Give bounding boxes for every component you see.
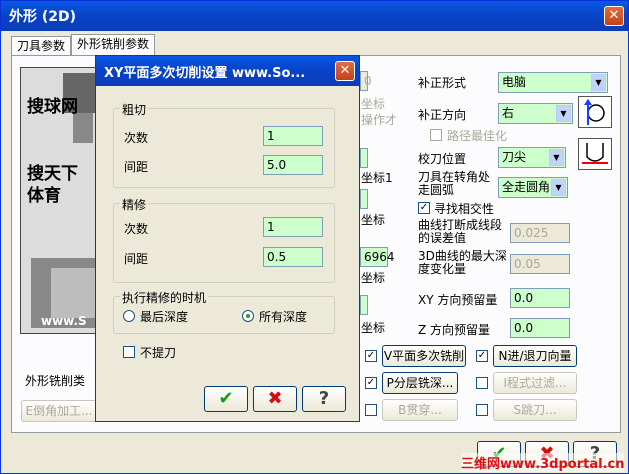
depth-var-label: 3D曲线的最大深度变化量 [418, 249, 507, 276]
depth-cuts-button[interactable]: P分层铣深... [382, 372, 458, 394]
jump-button[interactable]: S跳刀... [493, 399, 577, 421]
break-tol-label: 曲线打断成线段的误差值 [418, 218, 503, 245]
behind-label-4: 坐标 [361, 213, 386, 227]
finish-group [113, 203, 335, 283]
timing-last-radio[interactable] [123, 310, 135, 322]
dialog-title-bar: XY平面多次切削设置 www.So... ✕ [96, 56, 359, 86]
penetrate-button[interactable]: B贯穿... [382, 399, 458, 421]
behind-field-5 [360, 295, 368, 315]
tab-contour-params[interactable]: 外形铣削参数 [71, 34, 156, 55]
preview-caption: 外形铣削类 [25, 374, 86, 388]
tip-pos-value: 刀尖 [502, 150, 527, 164]
timing-all-radio[interactable] [242, 310, 254, 322]
site-watermark: 三维网www.3dportal.cn [461, 453, 625, 472]
comp-dir-value: 右 [502, 106, 515, 120]
title-bar: 外形 (2D) ✕ [1, 1, 628, 31]
find-intersect-checkbox[interactable]: ✓ [418, 202, 430, 214]
corner-value: 全走圆角 [502, 180, 551, 194]
multi-pass-checkbox[interactable]: ✓ [365, 350, 377, 362]
filter-button[interactable]: I程式过滤... [493, 372, 577, 394]
behind-field-1: 0 [360, 71, 372, 91]
z-stock-input[interactable]: 0.0 [510, 318, 570, 338]
rough-spacing-label: 间距 [124, 160, 149, 174]
jump-checkbox[interactable] [476, 404, 488, 416]
find-intersect-label: 寻找相交性 [434, 202, 495, 216]
xy-stock-input[interactable]: 0.0 [510, 288, 570, 308]
tip-pos-select[interactable]: 刀尖 ▼ [498, 147, 566, 168]
rough-group-label: 粗切 [120, 101, 149, 118]
finish-count-label: 次数 [124, 222, 149, 236]
lead-in-out-checkbox[interactable]: ✓ [476, 350, 488, 362]
finish-group-label: 精修 [120, 196, 149, 213]
dialog-ok-button[interactable]: ✔ [204, 386, 248, 412]
tab-tool-params[interactable]: 刀具参数 [11, 36, 72, 55]
xy-stock-label: XY 方向预留量 [418, 293, 498, 307]
chevron-down-icon: ▼ [551, 179, 566, 196]
rough-count-label: 次数 [124, 131, 149, 145]
corner-label: 刀具在转角处走圆弧 [418, 170, 491, 197]
finish-count-input[interactable]: 1 [263, 217, 323, 237]
timing-all-label: 所有深度 [259, 310, 308, 324]
chamfer-button[interactable]: E倒角加工... [21, 400, 97, 422]
z-stock-label: Z 方向预留量 [418, 323, 491, 337]
tip-pos-icon [578, 138, 612, 170]
radio-dot [246, 314, 250, 318]
no-lift-checkbox[interactable] [123, 346, 135, 358]
preview-text-1: 搜球网 [27, 97, 78, 117]
window-title: 外形 (2D) [9, 9, 77, 25]
depth-var-input[interactable]: 0.05 [510, 254, 570, 274]
behind-label-3: 坐标1 [361, 171, 393, 185]
multi-pass-dialog: XY平面多次切削设置 www.So... ✕ 粗切 次数 1 间距 5.0 精修… [95, 55, 360, 422]
preview-text-2: 搜天下体育 [27, 164, 78, 206]
corner-select[interactable]: 全走圆角 ▼ [498, 177, 568, 198]
no-lift-label: 不提刀 [140, 346, 177, 360]
behind-field-4: 6964 [360, 247, 395, 267]
timing-last-label: 最后深度 [140, 310, 189, 324]
break-tol-input[interactable]: 0.025 [510, 223, 570, 243]
comp-form-label: 补正形式 [418, 76, 467, 90]
behind-label-6: 坐标 [361, 321, 386, 335]
depth-cuts-checkbox[interactable]: ✓ [365, 377, 377, 389]
preview-watermark: www.S [41, 314, 87, 328]
penetrate-checkbox[interactable] [365, 404, 377, 416]
comp-dir-icon [578, 96, 612, 128]
chevron-down-icon: ▼ [556, 105, 571, 122]
tip-pos-label: 校刀位置 [418, 152, 467, 166]
chevron-down-icon: ▼ [549, 149, 564, 166]
comp-dir-select[interactable]: 右 ▼ [498, 103, 573, 124]
behind-label-5: 坐标 [361, 271, 386, 285]
dialog-close-button[interactable]: ✕ [335, 61, 355, 81]
finish-spacing-label: 间距 [124, 252, 149, 266]
timing-group-label: 执行精修的时机 [120, 289, 209, 306]
comp-dir-label: 补正方向 [418, 108, 467, 122]
rough-group [113, 108, 335, 188]
dialog-title: XY平面多次切削设置 www.So... [104, 66, 306, 81]
behind-field-3 [360, 189, 368, 209]
multi-pass-button[interactable]: V平面多次铣削 [382, 345, 466, 367]
path-optimize-checkbox[interactable] [430, 129, 442, 141]
behind-label-2: 操作才 [361, 113, 398, 127]
close-button[interactable]: ✕ [604, 6, 624, 26]
rough-spacing-input[interactable]: 5.0 [263, 155, 323, 175]
comp-form-select[interactable]: 电脑 ▼ [498, 72, 608, 93]
comp-form-value: 电脑 [502, 75, 527, 89]
path-optimize-label: 路径最佳化 [447, 129, 508, 143]
dialog-cancel-button[interactable]: ✖ [253, 386, 297, 412]
behind-field-2 [360, 148, 368, 168]
dialog-help-button[interactable]: ? [302, 386, 346, 412]
behind-label-1: 坐标 [361, 97, 386, 111]
lead-in-out-button[interactable]: N进/退刀向量 [493, 345, 577, 367]
chevron-down-icon: ▼ [591, 74, 606, 91]
rough-count-input[interactable]: 1 [263, 126, 323, 146]
filter-checkbox[interactable] [476, 377, 488, 389]
finish-spacing-input[interactable]: 0.5 [263, 247, 323, 267]
